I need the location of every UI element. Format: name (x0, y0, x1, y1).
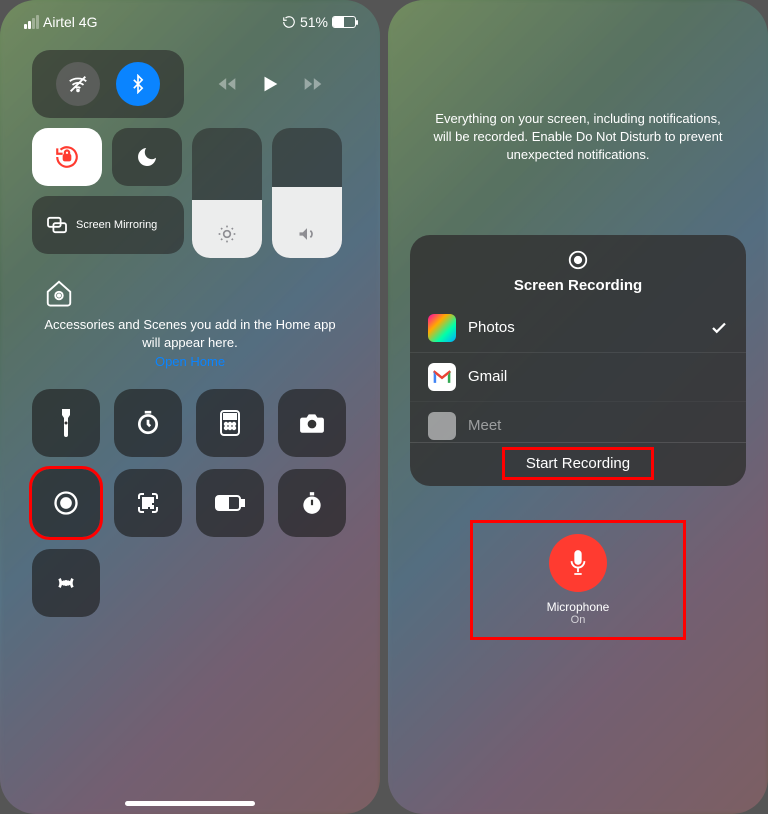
microphone-section: Microphone On (388, 534, 768, 626)
home-section: Accessories and Scenes you add in the Ho… (0, 278, 380, 369)
app-label: Photos (468, 319, 515, 336)
camera-tile[interactable] (278, 389, 346, 457)
play-icon[interactable] (259, 73, 281, 95)
wifi-toggle[interactable] (56, 62, 100, 106)
screen-recording-panel: Screen Recording Photos Gmail Meet (410, 235, 746, 486)
record-header-icon (567, 249, 589, 271)
qr-icon (136, 491, 160, 515)
app-destination-list: Photos Gmail Meet (410, 304, 746, 442)
connectivity-panel[interactable] (32, 50, 184, 118)
battery-icon (332, 16, 356, 28)
home-icon (44, 278, 74, 308)
do-not-disturb-tile[interactable] (112, 128, 182, 186)
app-row-photos[interactable]: Photos (410, 304, 746, 352)
battery-tile-icon (215, 495, 245, 511)
home-message: Accessories and Scenes you add in the Ho… (44, 316, 336, 351)
home-indicator[interactable] (125, 801, 255, 806)
app-label: Gmail (468, 368, 507, 385)
open-home-link[interactable]: Open Home (44, 354, 336, 369)
bluetooth-icon (128, 74, 148, 94)
app-label: Meet (468, 417, 501, 434)
screen-mirroring-tile[interactable]: Screen Mirroring (32, 196, 184, 254)
brightness-icon (217, 224, 237, 244)
nfc-tile[interactable] (32, 549, 100, 617)
highlight-box (470, 520, 686, 640)
nfc-icon (53, 570, 79, 596)
start-recording-button[interactable]: Start Recording (410, 442, 746, 486)
app-row-meet[interactable]: Meet (410, 401, 746, 442)
photos-app-icon (428, 314, 456, 342)
timer-tile[interactable] (114, 389, 182, 457)
app-row-gmail[interactable]: Gmail (410, 352, 746, 401)
media-controls[interactable] (194, 50, 346, 118)
meet-app-icon (428, 412, 456, 440)
panel-title: Screen Recording (410, 277, 746, 294)
volume-icon (297, 224, 317, 244)
flashlight-tile[interactable] (32, 389, 100, 457)
qr-scanner-tile[interactable] (114, 469, 182, 537)
carrier-label: Airtel 4G (43, 14, 97, 30)
volume-slider[interactable] (272, 128, 342, 258)
calculator-tile[interactable] (196, 389, 264, 457)
gmail-app-icon (428, 363, 456, 391)
timer-icon (135, 410, 161, 436)
status-bar: Airtel 4G 51% (0, 0, 380, 30)
mirroring-icon (46, 216, 68, 234)
mirroring-label: Screen Mirroring (76, 219, 157, 231)
screen-recording-sheet-screenshot: Everything on your screen, including not… (388, 0, 768, 814)
stopwatch-icon (299, 490, 325, 516)
control-center-screenshot: Airtel 4G 51% (0, 0, 380, 814)
bluetooth-toggle[interactable] (116, 62, 160, 106)
rewind-icon[interactable] (217, 74, 237, 94)
rotation-lock-icon (54, 144, 80, 170)
wifi-off-icon (67, 73, 89, 95)
camera-icon (299, 412, 325, 434)
rotation-lock-status-icon (282, 15, 296, 29)
recording-info-text: Everything on your screen, including not… (388, 0, 768, 165)
signal-icon (24, 15, 39, 29)
flashlight-icon (58, 409, 74, 437)
forward-icon[interactable] (303, 74, 323, 94)
rotation-lock-tile[interactable] (32, 128, 102, 186)
low-power-tile[interactable] (196, 469, 264, 537)
stopwatch-tile[interactable] (278, 469, 346, 537)
calculator-icon (220, 410, 240, 436)
check-icon (710, 319, 728, 337)
battery-percent: 51% (300, 14, 328, 30)
record-icon (52, 489, 80, 517)
highlight-box (502, 447, 654, 480)
screen-record-tile[interactable] (32, 469, 100, 537)
moon-icon (135, 145, 159, 169)
brightness-slider[interactable] (192, 128, 262, 258)
